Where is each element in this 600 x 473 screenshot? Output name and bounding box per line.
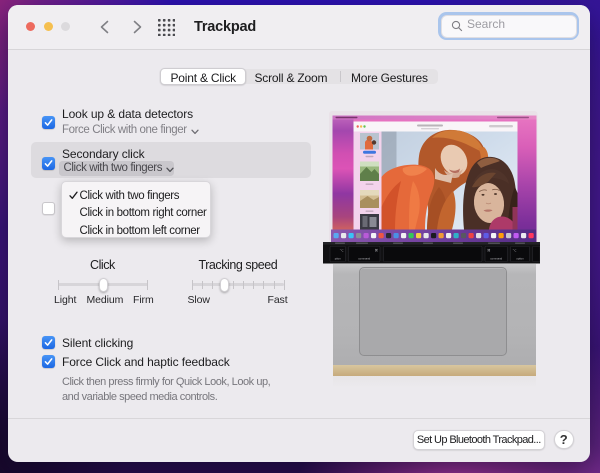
svg-text:⌘: ⌘ [375,249,378,253]
svg-text:⌘: ⌘ [487,249,490,253]
svg-text:⌥: ⌥ [513,249,517,253]
svg-text:command: command [490,257,502,261]
svg-text:⌥: ⌥ [340,249,344,253]
svg-text:command: command [358,257,370,261]
svg-text:option: option [516,257,524,261]
svg-text:ption: ption [335,257,341,261]
